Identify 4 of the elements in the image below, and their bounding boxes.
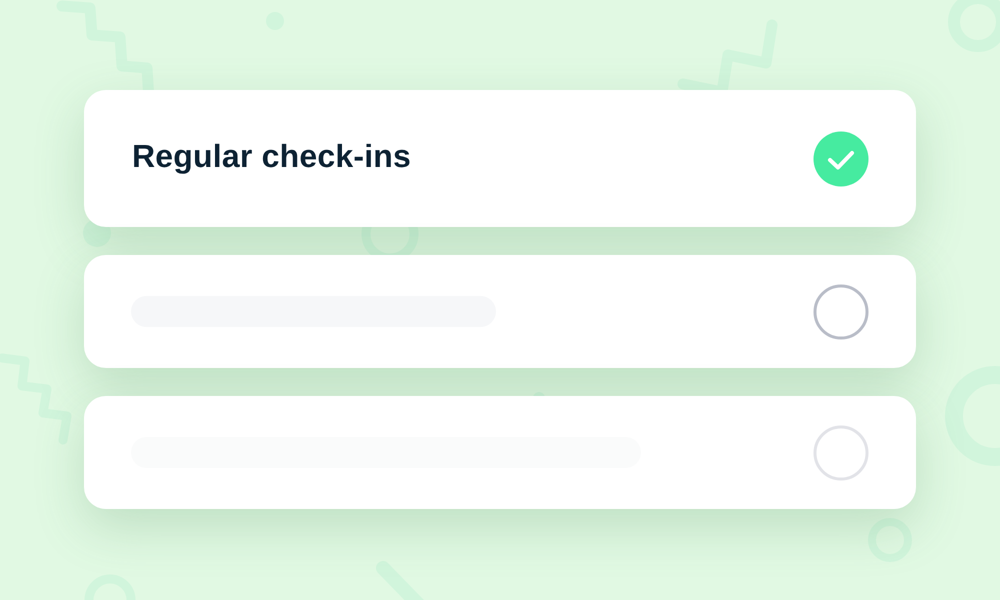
checkbox[interactable] (813, 284, 869, 340)
item-label: Regular check-ins (132, 138, 412, 175)
checkbox[interactable] (813, 130, 869, 186)
checkbox[interactable] (813, 424, 869, 480)
